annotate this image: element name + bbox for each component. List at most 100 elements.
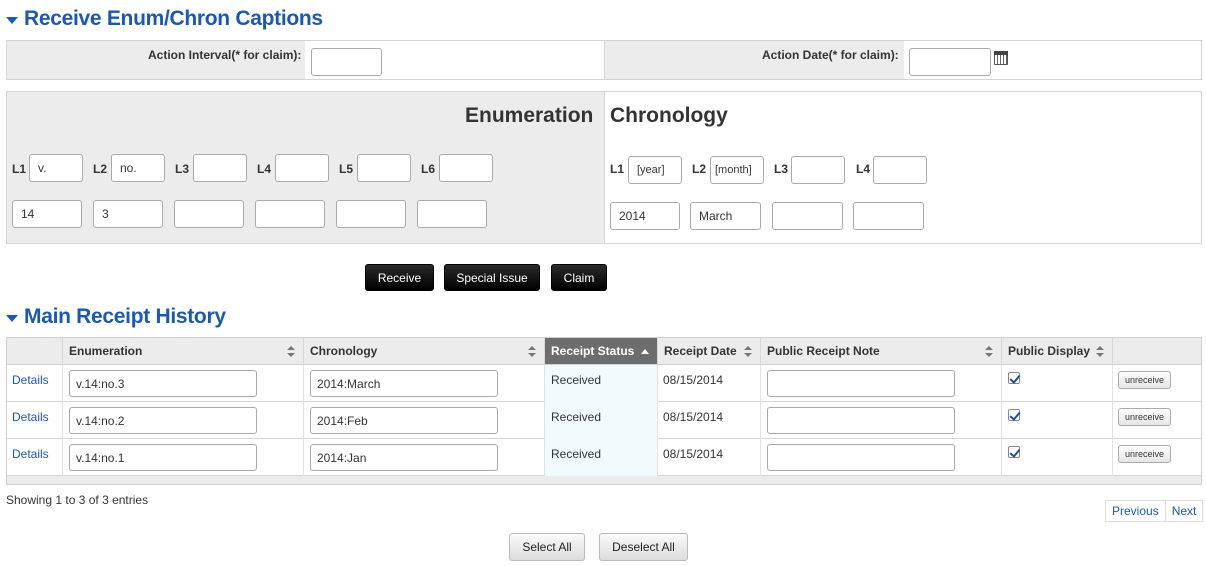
column-header-public-display[interactable]: Public Display [1002, 338, 1113, 365]
public-display-checkbox[interactable] [1008, 446, 1020, 458]
chronology-heading: Chronology [610, 104, 728, 127]
table-row: Details v.14:no.3 2014:March Received 08… [7, 365, 1201, 402]
public-display-checkbox[interactable] [1008, 409, 1020, 421]
calendar-icon[interactable] [994, 51, 1008, 65]
receipt-status: Received [551, 410, 602, 424]
unreceive-button[interactable]: unreceive [1118, 408, 1172, 426]
sort-icon [1096, 346, 1104, 357]
sort-icon [287, 346, 295, 357]
action-date-input[interactable] [909, 48, 991, 76]
receipt-date: 08/15/2014 [663, 373, 724, 387]
collapse-triangle-icon[interactable] [6, 16, 18, 24]
column-header-label: Public Receipt Note [767, 344, 880, 358]
column-header-label: Receipt Date [664, 344, 737, 358]
details-link[interactable]: Details [12, 410, 49, 424]
special-issue-button[interactable]: Special Issue [444, 264, 540, 291]
public-note-input[interactable] [767, 370, 955, 397]
pagination: Previous Next [1105, 500, 1204, 522]
chronology-input[interactable]: 2014:March [310, 370, 498, 397]
column-header-public-receipt-note[interactable]: Public Receipt Note [761, 338, 1002, 365]
previous-page-link[interactable]: Previous [1106, 501, 1166, 521]
column-header-label: Enumeration [69, 344, 143, 358]
receipt-status: Received [551, 373, 602, 387]
enum-caption-input[interactable] [275, 154, 329, 182]
action-interval-input[interactable] [311, 48, 382, 76]
enumeration-input[interactable]: v.14:no.2 [69, 407, 257, 434]
details-link[interactable]: Details [12, 447, 49, 461]
column-header [1113, 338, 1201, 365]
enum-caption-input[interactable] [193, 154, 247, 182]
enum-value-input[interactable] [174, 200, 244, 228]
enum-value-input[interactable] [255, 200, 325, 228]
action-row: Action Interval(* for claim): Action Dat… [6, 40, 1202, 80]
action-date-label: Action Date(* for claim): [762, 48, 899, 62]
chronology-input[interactable]: 2014:Feb [310, 407, 498, 434]
enum-level-label: L4 [257, 162, 272, 176]
column-header-label: Receipt Status [551, 344, 635, 358]
enum-level-label: L3 [175, 162, 190, 176]
receipt-status: Received [551, 447, 602, 461]
column-header-label: Public Display [1008, 344, 1091, 358]
sort-icon [528, 346, 536, 357]
chron-level-label: L2 [692, 162, 707, 176]
enum-value-input[interactable] [336, 200, 406, 228]
public-note-input[interactable] [767, 444, 955, 471]
table-info: Showing 1 to 3 of 3 entries [6, 493, 149, 507]
sort-icon [985, 346, 993, 357]
enum-value-input[interactable] [417, 200, 487, 228]
table-row: Details v.14:no.1 2014:Jan Received 08/1… [7, 439, 1201, 476]
next-page-link[interactable]: Next [1166, 501, 1203, 521]
receive-button[interactable]: Receive [365, 264, 434, 291]
enum-caption-input[interactable]: v. [29, 154, 83, 182]
table-row: Details v.14:no.2 2014:Feb Received 08/1… [7, 402, 1201, 439]
deselect-all-button[interactable]: Deselect All [599, 533, 688, 561]
history-section-title[interactable]: Main Receipt History [6, 304, 226, 330]
enum-level-label: L2 [93, 162, 108, 176]
enum-caption-input[interactable] [439, 154, 493, 182]
unreceive-button[interactable]: unreceive [1118, 371, 1172, 389]
column-header-chronology[interactable]: Chronology [304, 338, 545, 365]
action-interval-label: Action Interval(* for claim): [148, 48, 302, 62]
public-note-input[interactable] [767, 407, 955, 434]
chron-level-label: L4 [856, 162, 871, 176]
enumeration-heading: Enumeration [465, 104, 594, 127]
receipt-history-table: Enumeration Chronology Receipt Status Re… [6, 337, 1202, 485]
public-display-checkbox[interactable] [1008, 372, 1020, 384]
enum-value-input[interactable]: 14 [12, 200, 82, 228]
column-header-receipt-status[interactable]: Receipt Status [545, 338, 658, 365]
enumeration-input[interactable]: v.14:no.3 [69, 370, 257, 397]
enum-section-title-text: Receive Enum/Chron Captions [24, 7, 323, 30]
chron-value-input[interactable]: 2014 [610, 202, 680, 230]
enum-caption-input[interactable] [357, 154, 411, 182]
enum-level-label: L6 [421, 162, 436, 176]
table-scroll-strip[interactable] [7, 476, 1201, 484]
receipt-date: 08/15/2014 [663, 410, 724, 424]
enumeration-input[interactable]: v.14:no.1 [69, 444, 257, 471]
enum-level-label: L1 [12, 162, 27, 176]
sort-ascending-icon [641, 349, 649, 354]
unreceive-button[interactable]: unreceive [1118, 445, 1172, 463]
enum-section-title[interactable]: Receive Enum/Chron Captions [6, 6, 323, 32]
chron-caption-input[interactable]: [month] [710, 156, 764, 184]
chronology-input[interactable]: 2014:Jan [310, 444, 498, 471]
claim-button[interactable]: Claim [551, 264, 607, 291]
chron-value-input[interactable] [772, 202, 843, 230]
chron-caption-input[interactable]: [year] [628, 156, 682, 184]
enum-level-label: L5 [339, 162, 354, 176]
enum-chron-panel: Enumeration Chronology L1 v. L2 no. L3 L… [6, 91, 1202, 244]
chron-value-input[interactable]: March [690, 202, 761, 230]
details-link[interactable]: Details [12, 373, 49, 387]
collapse-triangle-icon[interactable] [6, 314, 18, 322]
column-header-enumeration[interactable]: Enumeration [63, 338, 304, 365]
column-header-receipt-date[interactable]: Receipt Date [658, 338, 761, 365]
enum-value-input[interactable]: 3 [93, 200, 163, 228]
chron-level-label: L1 [610, 162, 625, 176]
sort-icon [744, 346, 752, 357]
chron-caption-input[interactable] [873, 156, 927, 184]
history-section-title-text: Main Receipt History [24, 305, 226, 328]
enum-caption-input[interactable]: no. [111, 154, 165, 182]
select-all-button[interactable]: Select All [509, 533, 585, 561]
chron-value-input[interactable] [853, 202, 924, 230]
chron-caption-input[interactable] [791, 156, 845, 184]
column-header [7, 338, 63, 365]
